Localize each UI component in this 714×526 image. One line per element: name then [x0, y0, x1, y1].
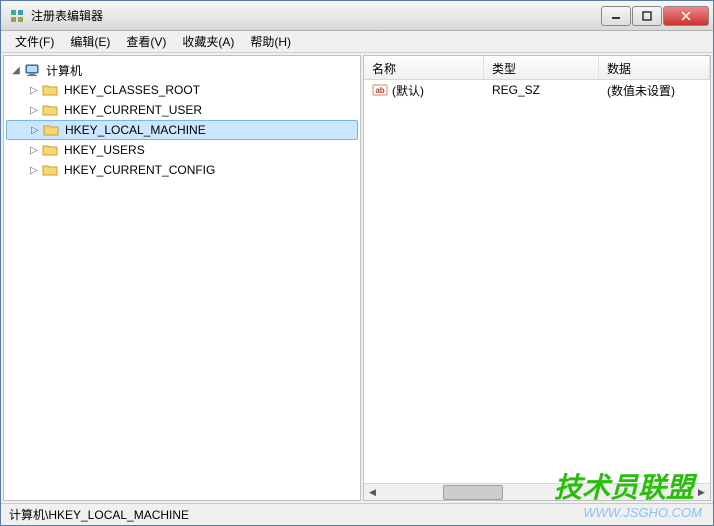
value-type: REG_SZ [484, 81, 599, 99]
folder-icon [42, 162, 58, 178]
scroll-right-icon[interactable]: ▶ [693, 484, 710, 501]
app-icon [9, 8, 25, 24]
string-value-icon: ab [372, 82, 388, 98]
tree-node-hkcc[interactable]: ▷ HKEY_CURRENT_CONFIG [6, 160, 358, 180]
collapse-icon[interactable]: ◢ [10, 64, 22, 76]
expand-icon[interactable]: ▷ [28, 144, 40, 156]
scroll-thumb[interactable] [443, 485, 503, 500]
tree-label: HKEY_CLASSES_ROOT [62, 82, 202, 98]
value-name: (默认) [392, 82, 424, 99]
tree-node-hklm[interactable]: ▷ HKEY_LOCAL_MACHINE [6, 120, 358, 140]
list-panel: 名称 类型 数据 ab (默认) REG_SZ (数值未设置) ◀ [363, 55, 711, 501]
tree-label: HKEY_CURRENT_CONFIG [62, 162, 217, 178]
folder-icon [43, 122, 59, 138]
scroll-track[interactable] [381, 484, 693, 500]
list-body[interactable]: ab (默认) REG_SZ (数值未设置) [364, 80, 710, 483]
window-title: 注册表编辑器 [31, 7, 601, 24]
menu-file[interactable]: 文件(F) [7, 31, 62, 52]
menu-view[interactable]: 查看(V) [118, 31, 174, 52]
folder-icon [42, 142, 58, 158]
tree-node-hkcr[interactable]: ▷ HKEY_CLASSES_ROOT [6, 80, 358, 100]
column-name[interactable]: 名称 [364, 56, 484, 79]
folder-icon [42, 82, 58, 98]
menubar: 文件(F) 编辑(E) 查看(V) 收藏夹(A) 帮助(H) [1, 31, 713, 53]
minimize-button[interactable] [601, 6, 631, 26]
expand-icon[interactable]: ▷ [29, 124, 41, 136]
status-path: 计算机\HKEY_LOCAL_MACHINE [9, 506, 189, 523]
list-row[interactable]: ab (默认) REG_SZ (数值未设置) [364, 80, 710, 100]
tree-label: HKEY_CURRENT_USER [62, 102, 204, 118]
folder-icon [42, 102, 58, 118]
column-data[interactable]: 数据 [599, 56, 710, 79]
tree-node-hku[interactable]: ▷ HKEY_USERS [6, 140, 358, 160]
tree-node-hkcu[interactable]: ▷ HKEY_CURRENT_USER [6, 100, 358, 120]
tree-panel[interactable]: ◢ 计算机 ▷ HKEY_CLASSES_ROOT ▷ HKEY_CURRENT… [3, 55, 361, 501]
titlebar[interactable]: 注册表编辑器 [1, 1, 713, 31]
value-data: (数值未设置) [599, 80, 710, 101]
content-area: ◢ 计算机 ▷ HKEY_CLASSES_ROOT ▷ HKEY_CURRENT… [1, 53, 713, 503]
window-controls [601, 6, 709, 26]
scroll-left-icon[interactable]: ◀ [364, 484, 381, 501]
window-frame: 注册表编辑器 文件(F) 编辑(E) 查看(V) 收藏夹(A) 帮助(H) ◢ … [0, 0, 714, 526]
close-button[interactable] [663, 6, 709, 26]
tree-label: HKEY_LOCAL_MACHINE [63, 122, 208, 138]
expand-icon[interactable]: ▷ [28, 104, 40, 116]
column-type[interactable]: 类型 [484, 56, 599, 79]
expand-icon[interactable]: ▷ [28, 84, 40, 96]
computer-icon [24, 62, 40, 78]
menu-edit[interactable]: 编辑(E) [62, 31, 118, 52]
tree-root-label: 计算机 [44, 61, 84, 80]
svg-text:ab: ab [375, 86, 384, 95]
horizontal-scrollbar[interactable]: ◀ ▶ [364, 483, 710, 500]
tree-root[interactable]: ◢ 计算机 [6, 60, 358, 80]
menu-help[interactable]: 帮助(H) [242, 31, 299, 52]
menu-favorites[interactable]: 收藏夹(A) [174, 31, 242, 52]
statusbar: 计算机\HKEY_LOCAL_MACHINE [1, 503, 713, 525]
maximize-button[interactable] [632, 6, 662, 26]
tree-label: HKEY_USERS [62, 142, 147, 158]
list-header: 名称 类型 数据 [364, 56, 710, 80]
expand-icon[interactable]: ▷ [28, 164, 40, 176]
